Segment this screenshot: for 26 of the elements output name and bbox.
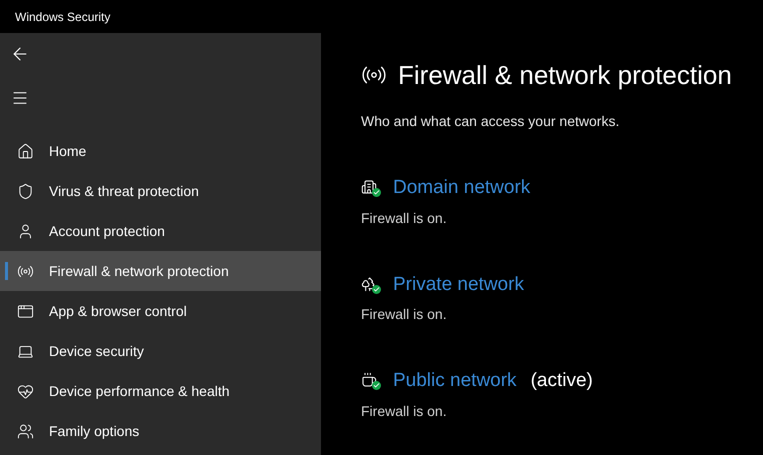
nav-item[interactable]: Family options (0, 411, 321, 451)
nav-item[interactable]: Firewall & network protection (0, 251, 321, 291)
shield-icon (17, 182, 34, 200)
window-icon (17, 302, 34, 320)
page-title: Firewall & network protection (398, 60, 732, 90)
window-title: Windows Security (15, 8, 110, 26)
home-icon (17, 142, 34, 160)
heart-icon (17, 382, 34, 400)
page-subtitle: Who and what can access your networks. (361, 112, 620, 131)
people-icon (17, 422, 34, 440)
nav-item[interactable]: Virus & threat protection (0, 171, 321, 211)
active-label: (active) (530, 369, 593, 393)
network-link[interactable]: Public network (393, 367, 517, 396)
network-link[interactable]: Private network (393, 270, 524, 299)
network-link[interactable]: Domain network (393, 174, 530, 202)
firewall-status: Firewall is on. (361, 208, 448, 228)
nav-item[interactable]: Home (0, 131, 321, 171)
nav-item[interactable]: Device security (0, 331, 321, 371)
coffee-cup-icon (361, 372, 381, 390)
firewall-status: Firewall is on. (361, 402, 448, 420)
building-icon (361, 179, 381, 198)
nav-item[interactable]: Account protection (0, 211, 321, 251)
nav-item[interactable]: App & browser control (0, 291, 321, 331)
nav-item[interactable]: Device performance & health (0, 371, 321, 411)
firewall-status: Firewall is on. (361, 305, 448, 324)
person-icon (17, 222, 34, 240)
